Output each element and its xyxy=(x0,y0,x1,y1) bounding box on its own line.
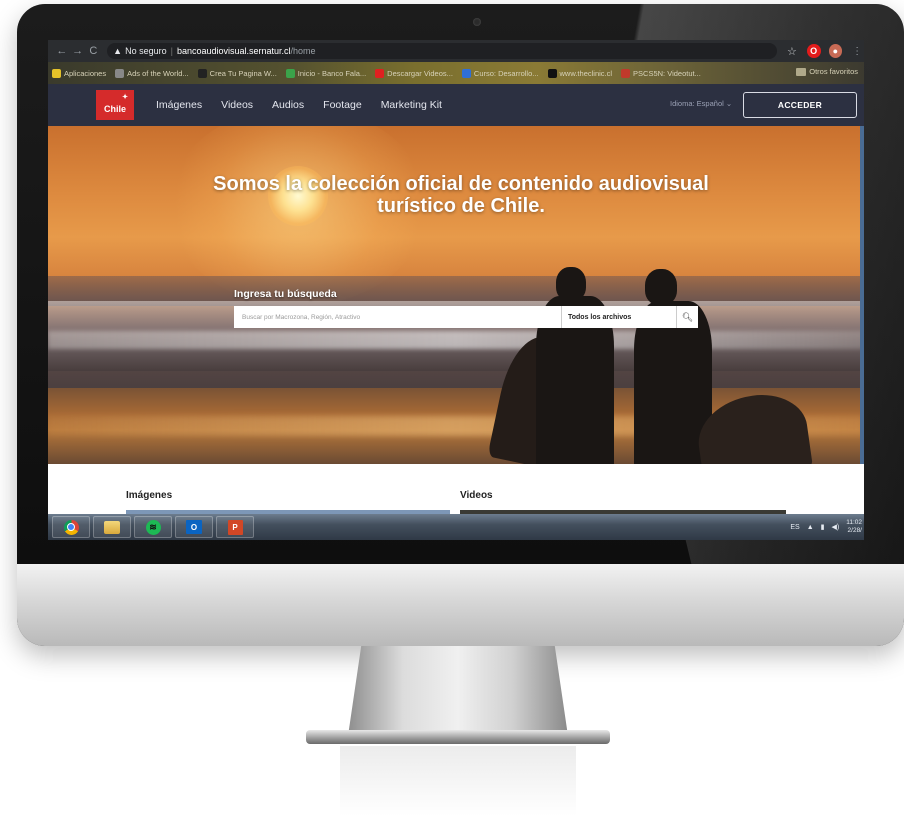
bookmark-item[interactable]: Curso: Desarrollo... xyxy=(461,68,539,78)
bookmarks-bar: Aplicaciones Ads of the World... Crea Tu P… xyxy=(48,62,864,84)
taskbar-powerpoint[interactable]: P xyxy=(216,516,254,538)
bookmark-label: PSCS5N: Videotut... xyxy=(633,68,701,78)
powerpoint-icon: P xyxy=(227,519,243,535)
hero-title-line2: turístico de Chile. xyxy=(377,195,545,217)
reload-button[interactable]: C xyxy=(85,45,101,57)
back-button[interactable]: ← xyxy=(54,45,70,57)
login-button[interactable]: ACCEDER xyxy=(743,92,857,118)
globe-icon xyxy=(115,68,125,78)
bookmark-item[interactable]: www.theclinic.cl xyxy=(547,68,613,78)
chrome-icon xyxy=(63,519,79,535)
course-icon xyxy=(461,68,471,78)
apps-grid-icon xyxy=(52,68,61,78)
imac-chin xyxy=(17,564,904,646)
language-label: Idioma: Español xyxy=(670,99,724,108)
nav-footage[interactable]: Footage xyxy=(323,99,362,111)
camera-icon xyxy=(473,18,481,26)
bookmark-item[interactable]: Inicio - Banco Fala... xyxy=(285,68,367,78)
search-label: Ingresa tu búsqueda xyxy=(234,288,337,300)
chile-logo[interactable]: ✦ Chile xyxy=(96,90,134,120)
address-bar[interactable]: ▲ No seguro | bancoaudiovisual.sernatur.… xyxy=(107,43,778,59)
hero-banner: Somos la colección oficial de contenido … xyxy=(48,126,864,464)
profile-avatar-icon[interactable]: ● xyxy=(828,44,843,58)
clock-time: 11:02 xyxy=(846,519,862,526)
bookmark-label: Ads of the World... xyxy=(127,68,189,78)
windows-taskbar: ≋ O P ES ▲ ▮ ◀) 11:02 2/28/ xyxy=(48,514,864,540)
bookmark-item[interactable]: Descargar Videos... xyxy=(375,68,453,78)
clock-date: 2/28/ xyxy=(847,527,862,534)
taskbar-file-explorer[interactable] xyxy=(93,516,131,538)
hero-title: Somos la colección oficial de contenido … xyxy=(108,173,814,217)
surfer-head-2 xyxy=(645,269,677,305)
wix-icon xyxy=(197,68,207,78)
youtube-icon xyxy=(375,68,385,78)
bookmark-item[interactable]: PSCS5N: Videotut... xyxy=(621,68,701,78)
network-icon[interactable]: ▮ xyxy=(821,523,825,531)
bookmark-item[interactable]: Ads of the World... xyxy=(115,68,189,78)
search-button[interactable]: 🔍︎ xyxy=(676,306,698,328)
chevron-down-icon: ⌄ xyxy=(725,99,733,108)
bookmark-label: Inicio - Banco Fala... xyxy=(297,68,367,78)
bookmark-label: Crea Tu Pagina W... xyxy=(209,68,277,78)
bookmark-label: Curso: Desarrollo... xyxy=(473,68,539,78)
file-explorer-icon xyxy=(104,520,120,534)
warning-triangle-icon[interactable]: ▲ xyxy=(113,46,122,56)
file-type-select[interactable]: Todos los archivos xyxy=(561,306,676,328)
bank-icon xyxy=(285,68,295,78)
imac-stand xyxy=(348,646,568,736)
desktop-edge xyxy=(860,126,864,464)
nav-videos[interactable]: Videos xyxy=(221,99,253,111)
bookmark-label: www.theclinic.cl xyxy=(559,68,613,78)
nav-marketing-kit[interactable]: Marketing Kit xyxy=(381,99,442,111)
language-selector[interactable]: Idioma: Español ⌄ xyxy=(670,99,732,108)
taskbar-spotify[interactable]: ≋ xyxy=(134,516,172,538)
taskbar-chrome[interactable] xyxy=(52,516,90,538)
screen: ← → C ▲ No seguro | bancoaudiovisual.ser… xyxy=(48,40,864,540)
surfer-head-1 xyxy=(556,267,586,301)
input-language[interactable]: ES xyxy=(790,524,799,531)
other-bookmarks-label: Otros favoritos xyxy=(809,67,858,76)
search-input[interactable] xyxy=(234,306,561,328)
section-title-imagenes: Imágenes xyxy=(126,490,173,501)
bookmark-item[interactable]: Crea Tu Pagina W... xyxy=(197,68,277,78)
system-tray: ES ▲ ▮ ◀) 11:02 2/28/ xyxy=(790,514,864,540)
spotify-icon: ≋ xyxy=(145,519,161,535)
tray-expand-icon[interactable]: ▲ xyxy=(807,524,814,531)
bookmark-label: Aplicaciones xyxy=(64,68,107,78)
nav-imagenes[interactable]: Imágenes xyxy=(156,99,202,111)
bookmark-label: Descargar Videos... xyxy=(387,68,453,78)
logo-spark-icon: ✦ xyxy=(122,94,128,101)
security-label: No seguro xyxy=(125,46,167,56)
folder-icon xyxy=(796,67,807,76)
stand-reflection xyxy=(340,746,576,816)
section-title-videos: Videos xyxy=(460,490,493,501)
menu-kebab-icon[interactable]: ⋮ xyxy=(850,44,864,58)
video-tutorial-icon xyxy=(621,68,631,78)
bookmark-item[interactable]: Aplicaciones xyxy=(52,68,107,78)
url-separator: | xyxy=(170,46,173,56)
nav-audios[interactable]: Audios xyxy=(272,99,304,111)
imac-mockup: ← → C ▲ No seguro | bancoaudiovisual.ser… xyxy=(0,0,904,840)
search-icon: 🔍︎ xyxy=(681,311,694,322)
forward-button[interactable]: → xyxy=(70,45,86,57)
browser-toolbar: ← → C ▲ No seguro | bancoaudiovisual.ser… xyxy=(48,40,864,62)
search-bar: Todos los archivos 🔍︎ xyxy=(234,306,698,328)
clinic-icon xyxy=(547,68,557,78)
opera-extension-icon[interactable]: O xyxy=(806,44,821,58)
logo-text: Chile xyxy=(103,104,126,114)
url-path: /home xyxy=(290,46,316,56)
wave-foam xyxy=(48,331,864,349)
taskbar-outlook[interactable]: O xyxy=(175,516,213,538)
clock[interactable]: 11:02 2/28/ xyxy=(846,519,862,535)
volume-icon[interactable]: ◀) xyxy=(831,523,839,531)
url-host: bancoaudiovisual.sernatur.cl xyxy=(176,46,291,56)
outlook-icon: O xyxy=(186,520,202,534)
bookmark-star-icon[interactable]: ☆ xyxy=(785,44,799,58)
other-bookmarks-folder[interactable]: Otros favoritos xyxy=(796,67,858,76)
imac-stand-foot xyxy=(306,730,610,744)
hero-title-line1: Somos la colección oficial de contenido … xyxy=(213,173,709,195)
site-navbar: ✦ Chile Imágenes Videos Audios Footage M… xyxy=(48,84,864,126)
